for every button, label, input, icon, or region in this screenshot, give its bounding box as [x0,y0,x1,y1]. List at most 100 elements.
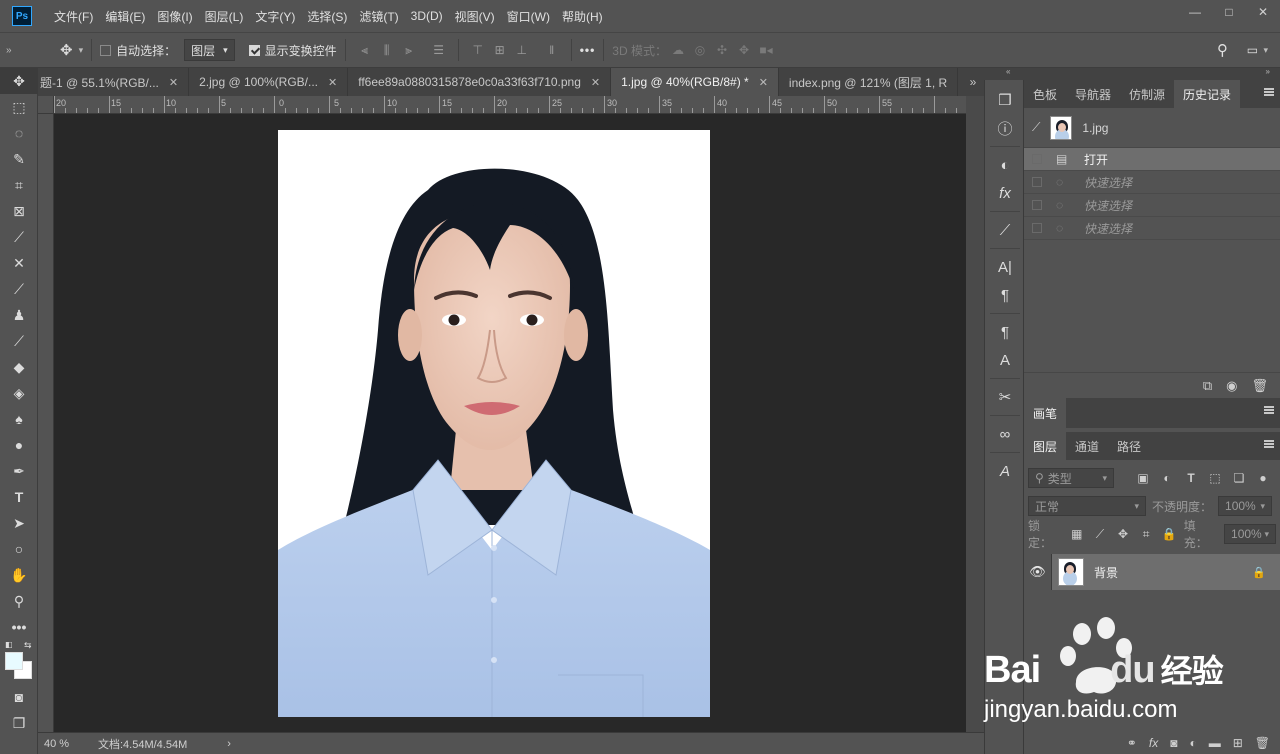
character-styles-icon[interactable]: A [985,346,1025,374]
history-source-checkbox[interactable] [1032,177,1042,187]
marquee-tool-icon[interactable]: ⬚ [0,94,38,120]
clone-stamp-tool-icon[interactable]: ♟ [0,302,38,328]
type-tool-icon[interactable]: T [0,484,38,510]
menu-select[interactable]: 选择(S) [301,8,353,25]
tab-swatches[interactable]: 色板 [1024,80,1066,108]
menu-window[interactable]: 窗口(W) [501,8,556,25]
close-icon[interactable]: ✕ [328,76,337,89]
dodge-tool-icon[interactable]: ● [0,432,38,458]
vertical-scrollbar[interactable] [966,96,984,732]
styles-icon[interactable]: fx [985,179,1025,207]
opacity-input[interactable]: 100% ▾ [1218,496,1273,516]
vertical-ruler[interactable] [38,114,54,732]
menu-file[interactable]: 文件(F) [48,8,99,25]
menu-type[interactable]: 文字(Y) [249,8,301,25]
filter-pixel-icon[interactable]: ▣ [1134,469,1152,487]
menu-3d[interactable]: 3D(D) [405,9,449,23]
align-right-icon[interactable]: ⫸ [398,40,420,60]
new-document-from-state-icon[interactable]: ⧉ [1203,378,1212,394]
hand-tool-icon[interactable]: ✋ [0,562,38,588]
lock-all-icon[interactable]: 🔒 [1161,525,1178,543]
screen-mode-icon[interactable]: ❐ [0,710,38,736]
restore-button[interactable]: □ [1212,0,1246,24]
search-icon[interactable]: ⚲ [1211,40,1233,60]
ruler-origin[interactable] [38,96,54,114]
panel-menu-icon[interactable] [1264,440,1274,448]
brush-settings-icon[interactable]: ⟋ [985,216,1025,244]
tab-navigator[interactable]: 导航器 [1066,80,1120,108]
layer-mask-icon[interactable]: ◙ [1170,736,1177,750]
fill-input[interactable]: 100% ▾ [1224,524,1277,544]
new-group-icon[interactable]: ▬ [1209,736,1221,750]
3d-roll-icon[interactable]: ◎ [689,40,711,60]
tab-document-2[interactable]: 2.jpg @ 100%(RGB/... ✕ [189,68,349,96]
3d-scale-icon[interactable]: ■◂ [755,40,777,60]
history-brush-source-icon[interactable]: ⟋ [1032,120,1040,135]
eraser-tool-icon[interactable]: ◆ [0,354,38,380]
adjustment-layer-icon[interactable]: ◐ [1189,736,1196,750]
tab-document-3[interactable]: ff6ee89a0880315878e0c0a33f63f710.png ✕ [348,68,612,96]
menu-filter[interactable]: 滤镜(T) [353,8,404,25]
tab-overflow-button[interactable]: » [962,68,984,96]
eyedropper-tool-icon[interactable]: ⟋ [0,224,38,250]
tab-document-active[interactable]: 1.jpg @ 40%(RGB/8#) * ✕ [611,68,779,96]
history-state-quick-select[interactable]: ◌ 快速选择 [1024,194,1280,217]
menu-help[interactable]: 帮助(H) [556,8,609,25]
auto-select-checkbox[interactable] [100,44,112,56]
align-bottom-icon[interactable]: ⊥ [511,40,533,60]
3d-slide-icon[interactable]: ✥ [733,40,755,60]
horizontal-ruler[interactable]: 20 15 10 5 0 5 10 15 20 25 30 35 40 45 5… [54,96,966,114]
lock-transparent-icon[interactable]: ▦ [1068,525,1085,543]
paint-bucket-tool-icon[interactable]: ◈ [0,380,38,406]
quick-mask-icon[interactable]: ◙ [0,684,38,710]
menu-layer[interactable]: 图层(L) [199,8,250,25]
3d-pan-icon[interactable]: ✣ [711,40,733,60]
status-menu-arrow[interactable]: › [227,738,231,750]
collapse-toolbar-icon[interactable]: » [6,45,36,56]
filter-shape-icon[interactable]: ⬚ [1206,469,1224,487]
tab-layers[interactable]: 图层 [1024,432,1067,460]
lasso-tool-icon[interactable]: ◌ [0,120,38,146]
more-options-button[interactable]: ••• [580,43,596,57]
3d-panel-icon[interactable]: ❒ [985,86,1025,114]
brush-tool-icon[interactable]: ⟋ [0,276,38,302]
history-source-checkbox[interactable] [1032,223,1042,233]
tool-presets-icon[interactable]: ✂ [985,383,1025,411]
edit-toolbar-icon[interactable]: ••• [0,614,38,640]
menu-image[interactable]: 图像(I) [151,8,198,25]
zoom-tool-icon[interactable]: ⚲ [0,588,38,614]
history-snapshot[interactable]: ⟋ 1.jpg [1024,108,1280,148]
camera-icon[interactable]: ◉ [1226,378,1237,394]
close-icon[interactable]: ✕ [169,76,178,89]
path-select-tool-icon[interactable]: ➤ [0,510,38,536]
layer-filter-dropdown[interactable]: ⚲ 类型 ▾ [1028,468,1114,488]
lock-artboard-icon[interactable]: ⌗ [1138,525,1155,543]
align-vcenter-icon[interactable]: ⊞ [489,40,511,60]
tab-history[interactable]: 历史记录 [1174,80,1241,108]
tab-paths[interactable]: 路径 [1108,432,1150,460]
history-state-open[interactable]: ▤ 打开 [1024,148,1280,171]
align-left-icon[interactable]: ⫷ [354,40,376,60]
minimize-button[interactable]: — [1178,0,1212,24]
history-state-quick-select[interactable]: ◌ 快速选择 [1024,171,1280,194]
swap-colors-icon[interactable]: ⇆ [24,640,32,651]
collapse-icon[interactable]: « [1006,67,1010,76]
filter-adjustment-icon[interactable]: ◐ [1158,469,1176,487]
lock-position-icon[interactable]: ✥ [1114,525,1131,543]
frame-tool-icon[interactable]: ⊠ [0,198,38,224]
blend-mode-dropdown[interactable]: 正常 ▾ [1028,496,1146,516]
move-tool-icon[interactable]: ✥ [60,41,73,59]
history-source-checkbox[interactable] [1032,200,1042,210]
history-state-quick-select[interactable]: ◌ 快速选择 [1024,217,1280,240]
default-colors-icon[interactable]: ◧ [5,640,13,649]
tab-document-1[interactable]: 题-1 @ 55.1%(RGB/... ✕ [38,68,190,96]
foreground-color-swatch[interactable] [5,652,23,670]
healing-brush-tool-icon[interactable]: ✕ [0,250,38,276]
canvas-area[interactable] [54,114,966,732]
show-transform-checkbox[interactable] [248,44,260,56]
panel-menu-icon[interactable] [1264,406,1274,414]
workspace-chevron-icon[interactable]: ▾ [1263,45,1268,56]
auto-select-target-dropdown[interactable]: 图层 ▾ [184,39,235,61]
panel-collapse-strip[interactable]: « » [984,67,1280,80]
menu-view[interactable]: 视图(V) [449,8,501,25]
